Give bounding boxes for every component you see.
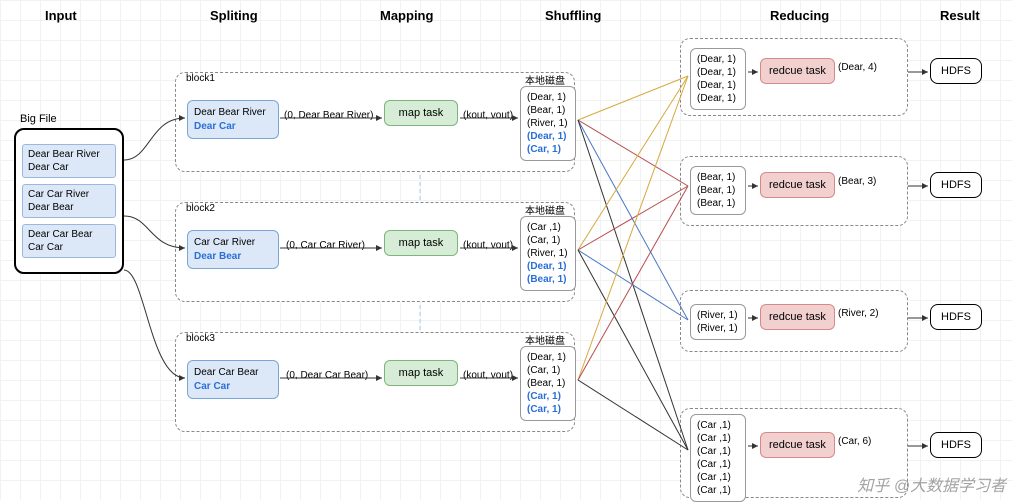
block3-split: Dear Car BearCar Car — [187, 360, 279, 399]
block2-label: block2 — [184, 201, 217, 216]
block2-edge-out: (kout, vout) — [463, 240, 513, 251]
stage-result: Result — [940, 8, 980, 23]
block3-label: block3 — [184, 331, 217, 346]
block2-kv: (Car ,1)(Car, 1)(River, 1) (Dear, 1)(Bea… — [520, 216, 576, 291]
input-box: Dear Bear RiverDear Car Car Car RiverDea… — [14, 128, 124, 274]
block1-label: block1 — [184, 71, 217, 86]
block2-split: Car Car RiverDear Bear — [187, 230, 279, 269]
block1-split: Dear Bear RiverDear Car — [187, 100, 279, 139]
reduce4-task: redcue task — [760, 432, 835, 458]
reduce2-out: (Bear, 3) — [838, 176, 876, 187]
block2-disk: 本地磁盘 — [525, 202, 565, 217]
reduce4-out: (Car, 6) — [838, 436, 871, 447]
block3-map: map task — [384, 360, 458, 386]
stage-splitting: Spliting — [210, 8, 258, 23]
block1-disk: 本地磁盘 — [525, 72, 565, 87]
reduce2-task: redcue task — [760, 172, 835, 198]
stage-reducing: Reducing — [770, 8, 829, 23]
block2-edge-in: (0, Car Car River) — [286, 240, 365, 251]
block1-kv: (Dear, 1)(Bear, 1)(River, 1) (Dear, 1)(C… — [520, 86, 576, 161]
reduce1-in: (Dear, 1)(Dear, 1)(Dear, 1)(Dear, 1) — [690, 48, 746, 110]
reduce4-hdfs: HDFS — [930, 432, 982, 458]
block3-edge-out: (kout, vout) — [463, 370, 513, 381]
block1-map: map task — [384, 100, 458, 126]
block3-edge-in: (0, Dear Car Bear) — [286, 370, 368, 381]
file-chunk: Car Car RiverDear Bear — [22, 184, 116, 218]
reduce2-in: (Bear, 1)(Bear, 1)(Bear, 1) — [690, 166, 746, 215]
watermark: 知乎 @大数据学习者 — [857, 472, 1006, 496]
reduce4-in: (Car ,1)(Car ,1)(Car ,1)(Car ,1)(Car ,1)… — [690, 414, 746, 502]
block2-map: map task — [384, 230, 458, 256]
reduce1-task: redcue task — [760, 58, 835, 84]
stage-shuffling: Shuffling — [545, 8, 601, 23]
block3-kv: (Dear, 1)(Car, 1)(Bear, 1) (Car, 1)(Car,… — [520, 346, 576, 421]
file-chunk: Dear Car BearCar Car — [22, 224, 116, 258]
reduce3-in: (River, 1)(River, 1) — [690, 304, 746, 340]
stage-mapping: Mapping — [380, 8, 433, 23]
reduce2-hdfs: HDFS — [930, 172, 982, 198]
reduce3-hdfs: HDFS — [930, 304, 982, 330]
stage-input: Input — [45, 8, 77, 23]
reduce1-hdfs: HDFS — [930, 58, 982, 84]
block3-disk: 本地磁盘 — [525, 332, 565, 347]
big-file-label: Big File — [20, 113, 57, 125]
reduce3-out: (River, 2) — [838, 308, 879, 319]
reduce3-task: redcue task — [760, 304, 835, 330]
block1-edge-in: (0, Dear Bear River) — [284, 110, 373, 121]
reduce1-out: (Dear, 4) — [838, 62, 877, 73]
file-chunk: Dear Bear RiverDear Car — [22, 144, 116, 178]
block1-edge-out: (kout, vout) — [463, 110, 513, 121]
